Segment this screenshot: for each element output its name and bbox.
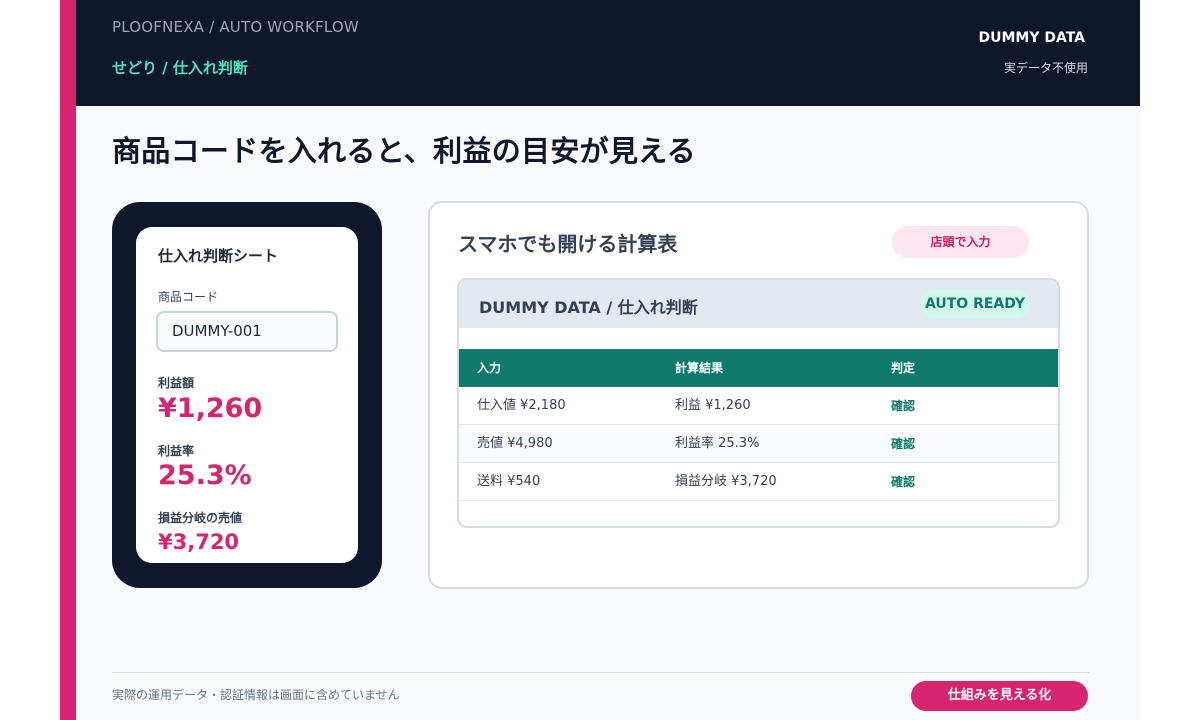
footer-note: 実際の運用データ・認証情報は画面に含めていません — [112, 688, 400, 702]
table-cell: 仕入値 ¥2,180 — [477, 398, 566, 413]
table-cell: 送料 ¥540 — [477, 474, 541, 489]
table-row: 仕入値 ¥2,180 利益 ¥1,260 確認 — [459, 387, 1058, 425]
profit-rate-label: 利益率 — [158, 444, 195, 458]
result-table: 入力 計算結果 判定 仕入値 ¥2,180 利益 ¥1,260 確認 売値 ¥4… — [459, 349, 1058, 501]
profit-amount-value: ¥1,260 — [158, 393, 263, 424]
spreadsheet-title: DUMMY DATA / 仕入れ判断 — [479, 298, 698, 317]
table-cell: 損益分岐 ¥3,720 — [675, 474, 777, 489]
accent-bar — [60, 0, 76, 720]
table-row: 売値 ¥4,980 利益率 25.3% 確認 — [459, 425, 1058, 463]
column-header-judgement: 判定 — [891, 361, 916, 375]
check-link[interactable]: 確認 — [891, 425, 915, 463]
dummy-data-label: DUMMY DATA — [978, 30, 1085, 46]
column-header-result: 計算結果 — [675, 361, 724, 375]
breakeven-value: ¥3,720 — [158, 530, 240, 554]
footer-divider — [112, 672, 1089, 673]
page-title: 商品コードを入れると、利益の目安が見える — [112, 134, 696, 168]
product-code-input[interactable]: DUMMY-001 — [156, 311, 338, 352]
check-link[interactable]: 確認 — [891, 463, 915, 501]
spreadsheet-panel: DUMMY DATA / 仕入れ判断 AUTO READY 入力 計算結果 判定… — [457, 278, 1060, 528]
table-header: 入力 計算結果 判定 — [459, 349, 1058, 387]
table-cell: 利益率 25.3% — [675, 436, 760, 451]
card-title: スマホでも開ける計算表 — [458, 232, 678, 256]
profit-rate-value: 25.3% — [158, 460, 252, 491]
header: PLOOFNEXA / AUTO WORKFLOW せどり / 仕入れ判断 DU… — [76, 0, 1140, 106]
product-code-label: 商品コード — [158, 290, 219, 304]
table-row: 送料 ¥540 損益分岐 ¥3,720 確認 — [459, 463, 1058, 501]
table-cell: 売値 ¥4,980 — [477, 436, 553, 451]
visualize-button[interactable]: 仕組みを見える化 — [911, 681, 1088, 711]
breakeven-label: 損益分岐の売値 — [158, 511, 243, 525]
main-content: 商品コードを入れると、利益の目安が見える 仕入れ判断シート 商品コード DUMM… — [76, 106, 1140, 720]
calculator-card: スマホでも開ける計算表 店頭で入力 DUMMY DATA / 仕入れ判断 AUT… — [428, 201, 1089, 589]
in-store-tag: 店頭で入力 — [892, 226, 1029, 258]
table-cell: 利益 ¥1,260 — [675, 398, 751, 413]
profit-amount-label: 利益額 — [158, 376, 195, 390]
breadcrumb: せどり / 仕入れ判断 — [112, 59, 248, 77]
spreadsheet-header: DUMMY DATA / 仕入れ判断 AUTO READY — [459, 280, 1058, 328]
auto-ready-badge: AUTO READY — [920, 289, 1030, 319]
check-link[interactable]: 確認 — [891, 387, 915, 425]
sheet-title: 仕入れ判断シート — [158, 247, 279, 265]
column-header-input: 入力 — [477, 361, 502, 375]
phone-mockup: 仕入れ判断シート 商品コード DUMMY-001 利益額 ¥1,260 利益率 … — [112, 202, 382, 588]
dummy-data-sublabel: 実データ不使用 — [1003, 61, 1088, 75]
brand-title: PLOOFNEXA / AUTO WORKFLOW — [112, 18, 359, 36]
phone-screen: 仕入れ判断シート 商品コード DUMMY-001 利益額 ¥1,260 利益率 … — [136, 227, 358, 563]
